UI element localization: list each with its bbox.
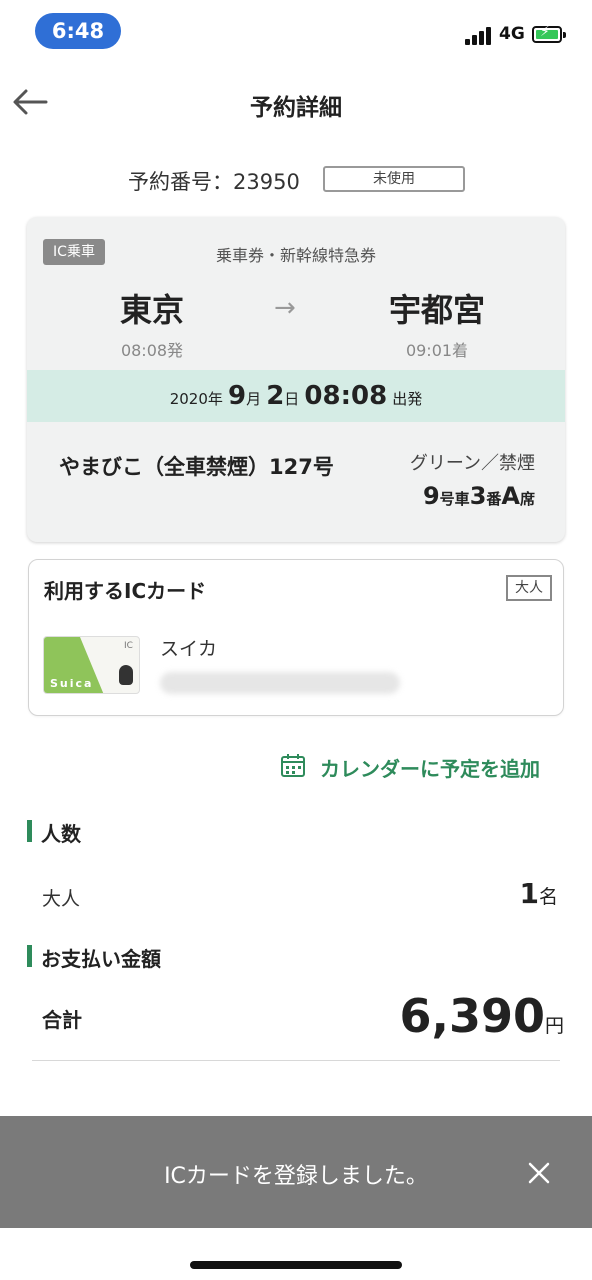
card-name: スイカ bbox=[160, 638, 218, 660]
seat-unit: 席 bbox=[519, 490, 535, 508]
calendar-label: カレンダーに予定を追加 bbox=[320, 757, 540, 781]
date-departure-word: 出発 bbox=[392, 390, 423, 408]
car-class: グリーン／禁煙 bbox=[409, 453, 535, 474]
ic-card-title: 利用するICカード bbox=[44, 579, 207, 603]
total-amount-value: 6,390 bbox=[399, 989, 545, 1043]
ticket-card: IC乗車 乗車券・新幹線特急券 東京 → 宇都宮 08:08発 09:01着 2… bbox=[27, 217, 565, 542]
payment-section-title: お支払い金額 bbox=[27, 943, 161, 972]
passenger-count-unit: 名 bbox=[538, 886, 558, 908]
route-arrow-icon: → bbox=[274, 293, 296, 323]
train-name: やまびこ（全車禁煙）127号 bbox=[59, 455, 334, 479]
calendar-icon bbox=[281, 754, 305, 777]
close-icon[interactable] bbox=[524, 1158, 554, 1188]
date-year-unit: 年 bbox=[207, 390, 223, 408]
arrival-station: 宇都宮 bbox=[388, 291, 485, 329]
signal-icon bbox=[465, 27, 493, 45]
toast-banner: ICカードを登録しました。 bbox=[0, 1116, 592, 1228]
arrival-time: 09:01着 bbox=[405, 341, 469, 360]
nav-header: 予約詳細 bbox=[0, 76, 592, 132]
home-indicator[interactable] bbox=[190, 1261, 402, 1269]
page-title: 予約詳細 bbox=[250, 95, 342, 121]
toast-message: ICカードを登録しました。 bbox=[164, 1164, 428, 1189]
seat-car: 9 bbox=[422, 482, 440, 510]
card-number-blurred bbox=[160, 672, 400, 694]
status-time: 6:48 bbox=[35, 13, 121, 49]
departure-date-band: 2020年 9月 2日 08:08 出発 bbox=[27, 370, 565, 422]
status-bar: 6:48 4G ⚡ bbox=[0, 0, 592, 62]
passenger-count-value: 1 bbox=[519, 877, 539, 910]
passenger-count: 1名 bbox=[520, 877, 559, 910]
total-amount: 6,390円 bbox=[399, 989, 564, 1043]
date-time: 08:08 bbox=[304, 381, 388, 411]
date-month-unit: 月 bbox=[246, 390, 262, 408]
date-day-unit: 日 bbox=[284, 390, 300, 408]
seat-row: 3 bbox=[469, 482, 487, 510]
divider bbox=[32, 1060, 560, 1061]
network-type: 4G bbox=[499, 24, 525, 44]
status-badge: 未使用 bbox=[323, 166, 465, 192]
seat-letter: A bbox=[501, 482, 520, 510]
fare-type-badge: 大人 bbox=[506, 575, 552, 601]
battery-icon: ⚡ bbox=[532, 24, 566, 43]
reservation-number: 予約番号：23950 bbox=[128, 170, 300, 194]
suica-card-image: Suica IC bbox=[43, 636, 140, 694]
total-label: 合計 bbox=[42, 1008, 82, 1032]
ticket-type: 乗車券・新幹線特急券 bbox=[215, 246, 376, 265]
seat-car-unit: 号車 bbox=[439, 490, 470, 508]
date-day: 2 bbox=[266, 381, 285, 411]
ic-card-panel[interactable]: 利用するICカード 大人 Suica IC スイカ bbox=[28, 559, 564, 716]
seat-info: 9号車3番A席 bbox=[357, 482, 535, 510]
suica-logo: Suica bbox=[50, 677, 94, 690]
reservation-row: 予約番号：23950 未使用 bbox=[0, 164, 592, 196]
passengers-section-title: 人数 bbox=[27, 818, 81, 847]
date-month: 9 bbox=[228, 381, 247, 411]
date-year: 2020 bbox=[169, 390, 208, 408]
departure-time: 08:08発 bbox=[120, 341, 184, 360]
seat-row-unit: 番 bbox=[486, 490, 502, 508]
departure-station: 東京 bbox=[119, 291, 184, 329]
total-amount-unit: 円 bbox=[544, 1015, 564, 1037]
passenger-type-label: 大人 bbox=[42, 888, 81, 910]
